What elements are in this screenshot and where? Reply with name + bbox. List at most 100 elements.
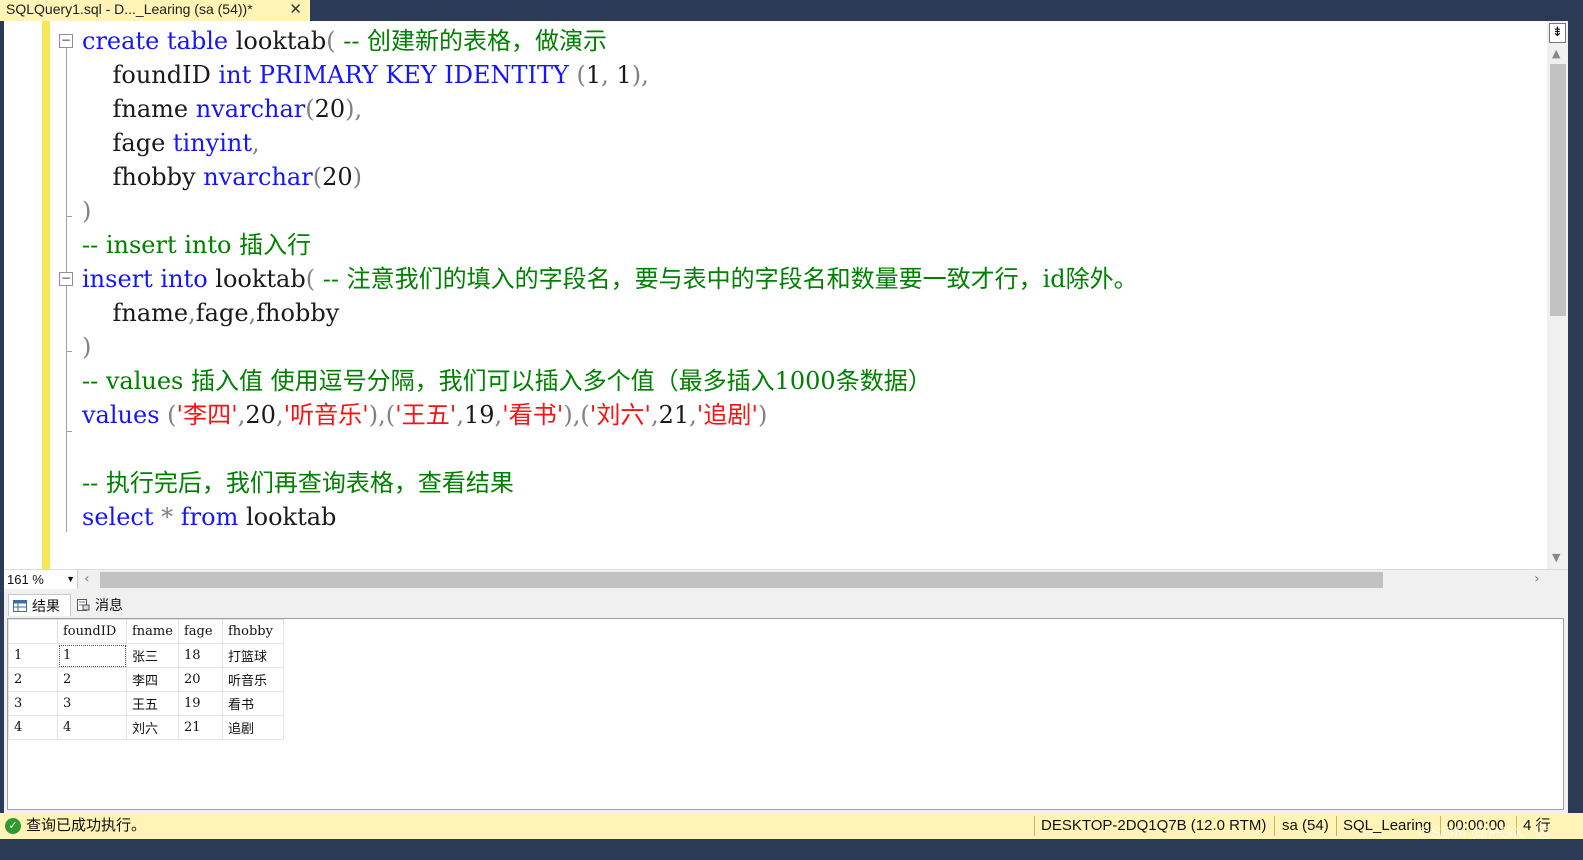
scroll-down-icon[interactable]: ▼ (1552, 551, 1560, 564)
code-comment: -- 注意我们的填入的字段名，要与表中的字段名和数量要一致才行，id除外。 (322, 265, 1138, 293)
code-keyword: nvarchar (195, 95, 306, 123)
fold-guide-end (66, 351, 72, 352)
code-text: fname (82, 95, 196, 123)
code-comment: -- 执行完后，我们再查询表格，查看结果 (82, 469, 514, 497)
status-server: DESKTOP-2DQ1Q7B (12.0 RTM) (1041, 817, 1267, 834)
tab-results[interactable]: 结果 (8, 594, 71, 616)
close-tab-icon[interactable]: ✕ (289, 0, 302, 19)
code-line[interactable]: select * from looktab (82, 500, 336, 534)
code-text: foundID (82, 61, 219, 89)
cell-foundid[interactable]: 2 (57, 667, 127, 692)
code-punctuation: ) (82, 197, 92, 225)
cell-fage[interactable]: 21 (177, 715, 223, 740)
code-keyword: into (160, 265, 208, 293)
table-row[interactable]: 2 2 李四 20 听音乐 (8, 667, 284, 692)
column-header-foundid[interactable]: foundID (57, 619, 127, 644)
code-keyword: KEY (385, 61, 437, 89)
cell-foundid[interactable]: 1 (57, 643, 127, 668)
cell-fage[interactable]: 20 (177, 667, 223, 692)
table-row[interactable]: 3 3 王五 19 看书 (8, 691, 284, 716)
code-line[interactable]: create table looktab( -- 创建新的表格，做演示 (82, 24, 607, 58)
document-tab[interactable]: SQLQuery1.sql - D..._Learing (sa (54))* … (0, 0, 310, 21)
row-number[interactable]: 2 (8, 667, 58, 692)
code-punctuation: ( (326, 27, 336, 55)
code-line[interactable]: fname,fage,fhobby (82, 296, 340, 330)
code-text: 1 (585, 61, 602, 89)
code-line[interactable]: -- 执行完后，我们再查询表格，查看结果 (82, 466, 514, 500)
document-tab-title: SQLQuery1.sql - D..._Learing (sa (54))* (6, 1, 253, 17)
cell-fname[interactable]: 李四 (126, 667, 179, 692)
cell-fage[interactable]: 18 (177, 643, 223, 668)
zoom-value: 161 % (7, 572, 44, 587)
status-divider (1336, 816, 1337, 836)
code-line[interactable]: ) (82, 330, 91, 364)
status-user: sa (54) (1282, 817, 1329, 834)
column-header-fhobby[interactable]: fhobby (221, 619, 284, 644)
scroll-right-icon[interactable]: › (1534, 570, 1540, 588)
code-text: 20 (322, 163, 353, 191)
column-header-fname[interactable]: fname (126, 619, 179, 644)
code-line[interactable]: insert into looktab( -- 注意我们的填入的字段名，要与表中… (82, 262, 1138, 296)
code-punctuation: , (456, 401, 464, 429)
query-editor[interactable]: − − create table looktab( -- 创建新的表格，做演示 … (4, 21, 1568, 569)
window-bottom-edge (0, 839, 1583, 860)
fold-guide-end (66, 431, 72, 432)
collapse-icon[interactable]: − (59, 34, 73, 48)
cell-foundid[interactable]: 4 (57, 715, 127, 740)
code-line[interactable]: fage tinyint, (82, 126, 260, 160)
cell-fhobby[interactable]: 追剧 (221, 715, 284, 740)
results-grid[interactable]: foundID fname fage fhobby 1 1 张三 18 打篮球 … (7, 618, 1564, 810)
code-line[interactable]: fname nvarchar(20), (82, 92, 363, 126)
vertical-scroll-thumb[interactable] (1550, 64, 1566, 316)
code-punctuation: ) (82, 333, 92, 361)
cell-fname[interactable]: 张三 (126, 643, 179, 668)
scroll-up-icon[interactable]: ▲ (1552, 47, 1560, 60)
column-header-rownum[interactable] (8, 619, 58, 644)
row-number[interactable]: 1 (8, 643, 58, 668)
cell-fhobby[interactable]: 打篮球 (221, 643, 284, 668)
code-line[interactable]: values ('李四',20,'听音乐'),('王五',19,'看书'),('… (82, 398, 767, 432)
code-line[interactable]: foundID int PRIMARY KEY IDENTITY (1, 1), (82, 58, 649, 92)
code-punctuation: ) (352, 163, 362, 191)
cell-fhobby[interactable]: 听音乐 (221, 667, 284, 692)
code-punctuation: , (188, 299, 196, 327)
scroll-left-icon[interactable]: ‹ (84, 570, 90, 588)
horizontal-scrollbar[interactable]: 161 % ▼ ‹ › (4, 569, 1568, 590)
code-text: fage (82, 129, 173, 157)
cell-fname[interactable]: 王五 (126, 691, 179, 716)
row-number[interactable]: 4 (8, 715, 58, 740)
status-message: 查询已成功执行。 (26, 817, 147, 834)
table-row[interactable]: 1 1 张三 18 打篮球 (8, 643, 284, 668)
success-check-icon: ✓ (5, 818, 21, 834)
cell-fname[interactable]: 刘六 (126, 715, 179, 740)
code-line[interactable]: -- insert into 插入行 (82, 228, 311, 262)
code-text: 21 (658, 401, 690, 429)
split-window-icon[interactable]: ⇟ (1549, 23, 1566, 43)
zoom-select[interactable]: 161 % ▼ (4, 570, 78, 589)
code-punctuation: ), (631, 61, 649, 89)
row-number[interactable]: 3 (8, 691, 58, 716)
cell-fhobby[interactable]: 看书 (221, 691, 284, 716)
cell-fage[interactable]: 19 (177, 691, 223, 716)
code-line[interactable]: ) (82, 194, 91, 228)
tab-messages[interactable]: 消息 (74, 594, 132, 616)
code-keyword: from (180, 503, 239, 531)
column-header-fage[interactable]: fage (177, 619, 223, 644)
cell-foundid[interactable]: 3 (57, 691, 127, 716)
chevron-down-icon: ▼ (66, 574, 75, 584)
code-punctuation: ( (167, 401, 177, 429)
horizontal-scroll-thumb[interactable] (100, 572, 1383, 588)
code-line[interactable]: fhobby nvarchar(20) (82, 160, 362, 194)
table-row[interactable]: 4 4 刘六 21 追剧 (8, 715, 284, 740)
code-line[interactable]: -- values 插入值 使用逗号分隔，我们可以插入多个值（最多插入1000条… (82, 364, 932, 398)
code-comment: -- values 插入值 使用逗号分隔，我们可以插入多个值（最多插入1000条… (82, 367, 932, 395)
code-text: fhobby (256, 299, 340, 327)
document-tab-bar: SQLQuery1.sql - D..._Learing (sa (54))* … (0, 0, 1583, 21)
collapse-icon[interactable]: − (59, 272, 73, 286)
header-row: foundID fname fage fhobby (8, 619, 284, 644)
code-text: looktab (207, 265, 306, 293)
